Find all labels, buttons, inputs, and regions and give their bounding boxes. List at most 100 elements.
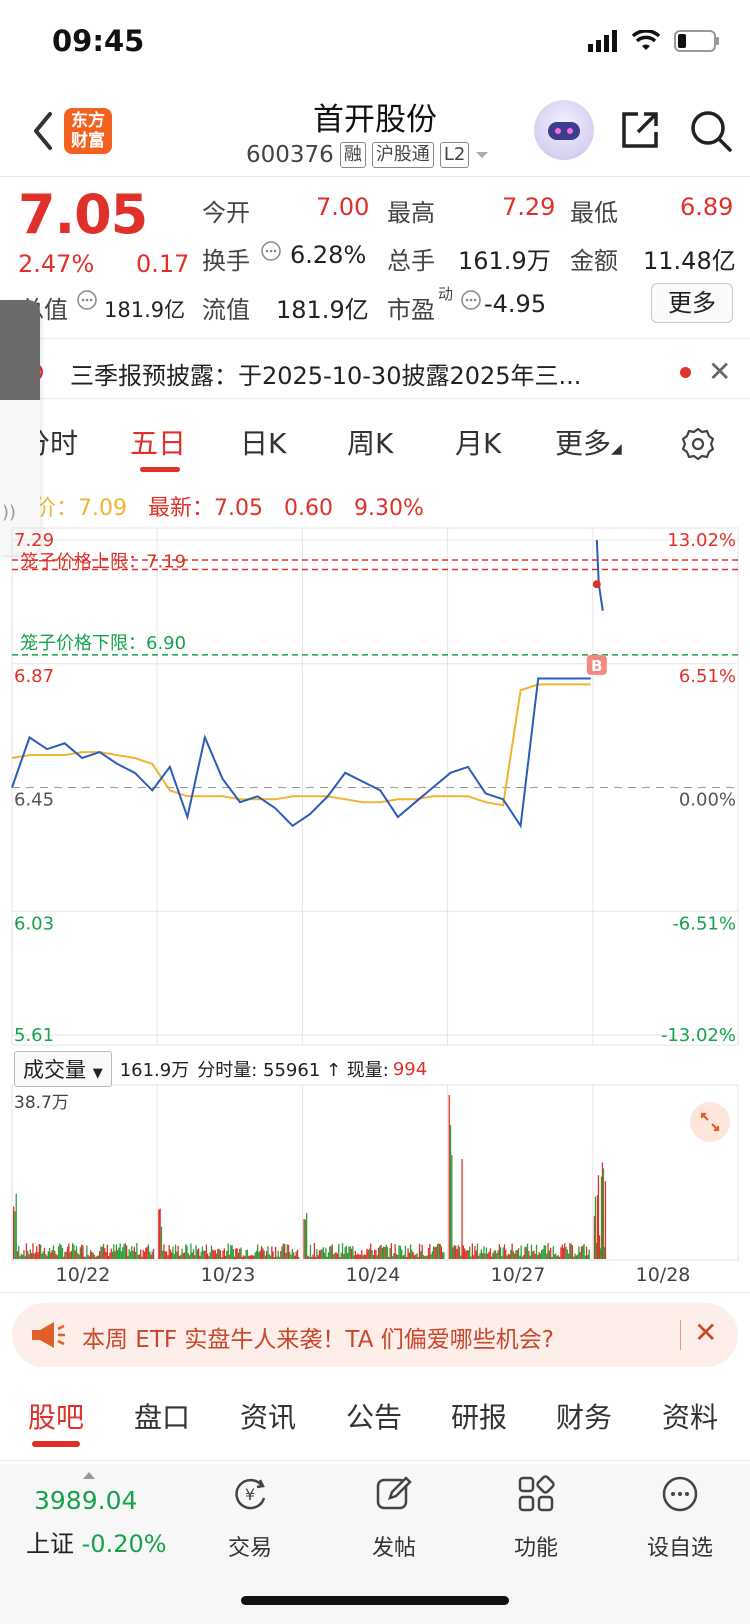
- nav-add-watchlist[interactable]: 设自选: [630, 1474, 730, 1562]
- volume-bar: [542, 1249, 544, 1259]
- volume-bar: [192, 1249, 195, 1259]
- volume-bar: [141, 1256, 143, 1259]
- volume-bar: [585, 1246, 588, 1259]
- expand-chart-icon[interactable]: [690, 1102, 730, 1142]
- more-quote-button[interactable]: 更多: [651, 283, 733, 323]
- tab-weekly-k[interactable]: 周K: [347, 422, 393, 462]
- volume-bar: [99, 1251, 101, 1259]
- nav-functions[interactable]: 功能: [486, 1474, 586, 1562]
- volume-bar: [241, 1256, 243, 1259]
- volume-bar: [520, 1245, 522, 1259]
- tab-more[interactable]: 更多◢: [555, 422, 622, 462]
- active-content-tab-indicator: [32, 1441, 80, 1447]
- volume-bar: [275, 1246, 277, 1259]
- promo-close-icon[interactable]: ✕: [694, 1316, 717, 1349]
- volume-bar: [569, 1243, 571, 1259]
- volume-bar: [287, 1244, 290, 1259]
- assistant-robot-icon[interactable]: [534, 100, 594, 160]
- volume-bar: [34, 1252, 37, 1259]
- notice-text[interactable]: 三季报预披露：于2025-10-30披露2025年三...: [70, 356, 640, 391]
- volume-bar: [374, 1249, 376, 1259]
- volume-bar: [421, 1244, 423, 1259]
- edit-post-icon: [376, 1476, 412, 1510]
- volume-bar: [31, 1253, 33, 1259]
- volume-bar: [385, 1244, 387, 1259]
- price-lines: B: [11, 539, 607, 829]
- volume-bar: [390, 1243, 392, 1259]
- tab-profile[interactable]: 资料: [662, 1396, 718, 1436]
- share-icon[interactable]: [618, 108, 662, 152]
- volume-bar: [335, 1252, 337, 1259]
- volume-bar: [357, 1253, 359, 1259]
- volume-bar: [22, 1254, 24, 1259]
- megaphone-icon: [32, 1322, 65, 1348]
- low-label: 最低: [570, 199, 618, 227]
- volume-bar: [383, 1246, 385, 1259]
- nav-trade[interactable]: ¥ 交易: [200, 1474, 300, 1562]
- nav-add-watchlist-label: 设自选: [646, 1536, 713, 1561]
- volume-bar: [559, 1256, 561, 1259]
- volume-bar: [180, 1255, 182, 1259]
- tab-five-day[interactable]: 五日: [130, 422, 186, 462]
- volume-bar: [74, 1250, 76, 1259]
- volume-bar: [19, 1255, 21, 1259]
- search-icon[interactable]: [688, 108, 734, 154]
- tab-monthly-k[interactable]: 月K: [455, 422, 501, 462]
- tab-daily-k[interactable]: 日K: [240, 422, 286, 462]
- volume-indicator-select[interactable]: 成交量 ▼: [14, 1051, 112, 1087]
- volume-bar: [484, 1253, 486, 1259]
- info-icon[interactable]: [76, 289, 98, 311]
- volume-bar: [384, 1246, 386, 1259]
- promo-text[interactable]: 本周 ETF 实盘牛人来袭！TA 们偏爱哪些机会?: [82, 1320, 554, 1354]
- volume-bar: [560, 1247, 562, 1259]
- volume-bar: [86, 1245, 88, 1259]
- tab-announcements[interactable]: 公告: [346, 1396, 402, 1436]
- info-icon[interactable]: [460, 289, 482, 311]
- volume-bar: [548, 1250, 550, 1259]
- volume-bar: [198, 1248, 200, 1259]
- volume-bar: [183, 1252, 186, 1259]
- volume-bar: [434, 1247, 436, 1259]
- volume-bar: [83, 1256, 85, 1259]
- volume-bar: [488, 1251, 490, 1259]
- volume-bar: [101, 1246, 103, 1259]
- volume-bar: [164, 1251, 166, 1259]
- volume-bar: [524, 1247, 526, 1259]
- volume-bar: [362, 1255, 364, 1259]
- volume-bar: [20, 1253, 22, 1259]
- volume-bar: [473, 1255, 475, 1259]
- tab-more-label: 更多: [555, 427, 612, 460]
- index-value[interactable]: 3989.04: [34, 1486, 137, 1515]
- volume-bar: [350, 1248, 353, 1259]
- volume-bar: [571, 1245, 574, 1259]
- volume-bar: [318, 1250, 321, 1259]
- volume-bar: [209, 1252, 211, 1259]
- tab-finance[interactable]: 财务: [556, 1396, 612, 1436]
- volume-bar: [278, 1256, 281, 1259]
- volume-bar: [163, 1244, 165, 1259]
- volume-value: 161.9万: [458, 247, 551, 275]
- nav-post[interactable]: 发帖: [344, 1474, 444, 1562]
- volume-bar: [582, 1245, 584, 1259]
- tab-research[interactable]: 研报: [451, 1396, 507, 1436]
- volume-bar: [466, 1250, 468, 1259]
- volume-bar: [214, 1250, 216, 1259]
- tab-news[interactable]: 资讯: [240, 1396, 296, 1436]
- volume-bar: [226, 1250, 228, 1259]
- volume-bar: [61, 1248, 64, 1259]
- notice-close-icon[interactable]: ✕: [708, 355, 731, 388]
- five-day-chart[interactable]: 笼子价格上限：7.19 笼子价格下限：6.90 B 7.29 6.87 6.45 6.0…: [0, 520, 750, 1265]
- volume-bar: [516, 1249, 518, 1259]
- volume-bar: [403, 1254, 405, 1259]
- index-label[interactable]: 上证 -0.20%: [26, 1524, 167, 1559]
- high-label: 最高: [387, 199, 435, 227]
- info-icon[interactable]: [260, 240, 282, 262]
- volume-bar: [93, 1255, 96, 1259]
- tab-guba[interactable]: 股吧: [28, 1396, 84, 1436]
- settings-gear-icon[interactable]: [680, 426, 716, 462]
- volume-bar: [111, 1251, 114, 1259]
- tab-pankou[interactable]: 盘口: [134, 1396, 190, 1436]
- stock-code-row[interactable]: 600376 融 沪股通 L2: [246, 142, 489, 168]
- volume-bar: [263, 1250, 265, 1259]
- float-value: 181.9亿: [276, 296, 369, 324]
